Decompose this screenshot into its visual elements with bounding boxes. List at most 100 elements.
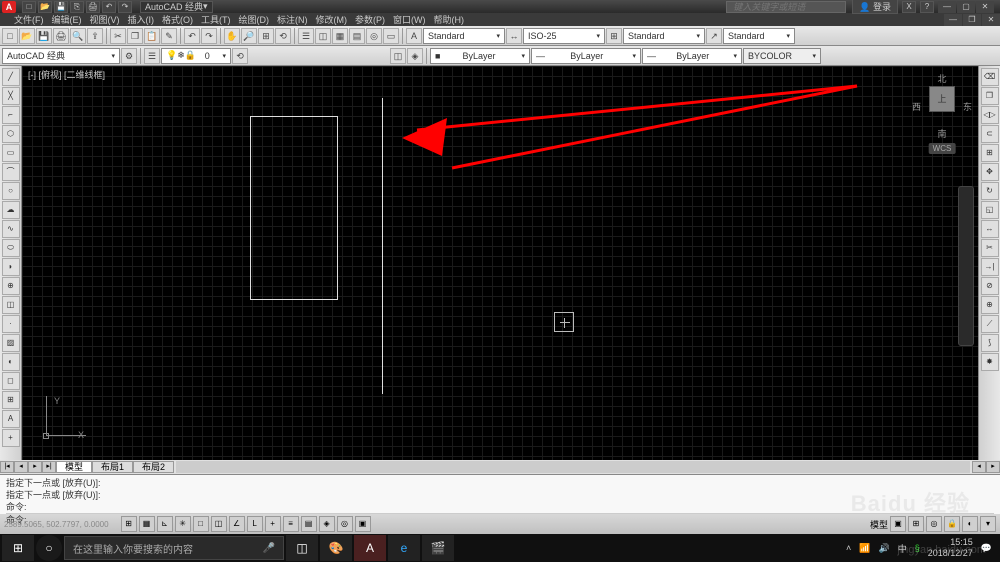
markup-icon[interactable]: ◎: [366, 28, 382, 44]
line-icon[interactable]: ╱: [2, 68, 20, 86]
grid-icon[interactable]: ▦: [139, 516, 155, 532]
clock[interactable]: 15:15 2018/12/27: [928, 537, 973, 559]
plotstyle-combo[interactable]: BYCOLOR: [743, 48, 821, 64]
dimstyle-icon[interactable]: ↔: [506, 28, 522, 44]
revcloud-icon[interactable]: ☁: [2, 201, 20, 219]
taskbar-search-input[interactable]: 在这里输入你要搜索的内容 🎤: [64, 536, 284, 560]
offset-icon[interactable]: ⊂: [981, 125, 999, 143]
zoom-prev-icon[interactable]: ⟲: [275, 28, 291, 44]
qat-undo-icon[interactable]: ↶: [102, 1, 116, 13]
block-icon[interactable]: ◫: [2, 296, 20, 314]
menu-insert[interactable]: 插入(I): [128, 13, 155, 26]
dyn-icon[interactable]: +: [265, 516, 281, 532]
menu-format[interactable]: 格式(O): [162, 13, 193, 26]
menu-draw[interactable]: 绘图(D): [239, 13, 270, 26]
tab-last-icon[interactable]: ▸|: [42, 461, 56, 473]
sc-icon[interactable]: ◎: [337, 516, 353, 532]
table-icon[interactable]: ⊞: [2, 391, 20, 409]
help-search-input[interactable]: [726, 1, 846, 13]
open-icon[interactable]: 📂: [19, 28, 35, 44]
osnap-icon[interactable]: □: [193, 516, 209, 532]
plot-icon[interactable]: 🖨: [53, 28, 69, 44]
mtext-icon[interactable]: A: [2, 410, 20, 428]
doc-close-button[interactable]: ✕: [982, 14, 1000, 26]
tray-notifications-icon[interactable]: 💬: [981, 543, 992, 554]
sheetset-icon[interactable]: ▤: [349, 28, 365, 44]
designcenter-icon[interactable]: ◫: [315, 28, 331, 44]
am-icon[interactable]: ▣: [355, 516, 371, 532]
arc-icon[interactable]: ⌒: [2, 163, 20, 181]
maximize-button[interactable]: ▢: [957, 1, 975, 13]
tab-layout2[interactable]: 布局2: [133, 461, 174, 473]
scroll-left-icon[interactable]: ◂: [972, 461, 986, 473]
app-edge-icon[interactable]: e: [388, 535, 420, 561]
spline-icon[interactable]: ∿: [2, 220, 20, 238]
tray-app-icon[interactable]: §: [915, 543, 920, 553]
start-button[interactable]: ⊞: [2, 535, 34, 561]
zoom-win-icon[interactable]: ⊞: [258, 28, 274, 44]
mleader-style-combo[interactable]: Standard: [723, 28, 795, 44]
erase-icon[interactable]: ⌫: [981, 68, 999, 86]
linetype-combo[interactable]: — ByLayer: [531, 48, 641, 64]
menu-file[interactable]: 文件(F): [14, 13, 44, 26]
doc-minimize-button[interactable]: —: [944, 14, 962, 26]
tab-first-icon[interactable]: |◂: [0, 461, 14, 473]
cut-icon[interactable]: ✂: [110, 28, 126, 44]
view-cube[interactable]: 北 西 东 上 南 WCS: [912, 72, 972, 154]
quickcalc-icon[interactable]: ▭: [383, 28, 399, 44]
workspace-selector[interactable]: AutoCAD 经典 ▾: [140, 1, 213, 13]
lwt-icon[interactable]: ≡: [283, 516, 299, 532]
layer-manager-icon[interactable]: ☰: [144, 48, 160, 64]
pan-icon[interactable]: ✋: [224, 28, 240, 44]
extend-icon[interactable]: →|: [981, 258, 999, 276]
chamfer-icon[interactable]: ⟋: [981, 315, 999, 333]
status-r6-icon[interactable]: ▾: [980, 516, 996, 532]
trim-icon[interactable]: ✂: [981, 239, 999, 257]
break-icon[interactable]: ⊘: [981, 277, 999, 295]
menu-help[interactable]: 帮助(H): [434, 13, 465, 26]
match-icon[interactable]: ✎: [161, 28, 177, 44]
snap-icon[interactable]: ⊞: [121, 516, 137, 532]
rectangle-icon[interactable]: ▭: [2, 144, 20, 162]
join-icon[interactable]: ⊕: [981, 296, 999, 314]
insert-icon[interactable]: ⊕: [2, 277, 20, 295]
exchange-icon[interactable]: X: [902, 1, 916, 13]
taskview-icon[interactable]: ◫: [286, 535, 318, 561]
login-button[interactable]: 👤 登录: [852, 0, 898, 14]
polygon-icon[interactable]: ⬡: [2, 125, 20, 143]
cortana-icon[interactable]: ○: [36, 535, 62, 561]
dim-style-combo[interactable]: ISO-25: [523, 28, 605, 44]
properties-icon[interactable]: ☰: [298, 28, 314, 44]
pline-icon[interactable]: ⌐: [2, 106, 20, 124]
tablestyle-icon[interactable]: ⊞: [606, 28, 622, 44]
status-r2-icon[interactable]: ⊞: [908, 516, 924, 532]
help-icon[interactable]: ?: [920, 1, 934, 13]
redo-icon[interactable]: ↷: [201, 28, 217, 44]
status-r1-icon[interactable]: ▣: [890, 516, 906, 532]
drawing-canvas[interactable]: [-] [俯视] [二维线框] Y X 北 西 东 上 南 WCS: [22, 66, 978, 460]
gradient-icon[interactable]: ◐: [2, 353, 20, 371]
app-movies-icon[interactable]: 🎬: [422, 535, 454, 561]
command-line[interactable]: 指定下一点或 [放弃(U)]: 指定下一点或 [放弃(U)]: 命令: 命令:: [0, 474, 1000, 514]
point-icon[interactable]: ·: [2, 315, 20, 333]
h-scrollbar[interactable]: [176, 461, 970, 473]
stretch-icon[interactable]: ↔: [981, 220, 999, 238]
publish-icon[interactable]: ⇪: [87, 28, 103, 44]
ducs-icon[interactable]: L: [247, 516, 263, 532]
layer-prev-icon[interactable]: ⟲: [232, 48, 248, 64]
qat-saveas-icon[interactable]: ⎘: [70, 1, 84, 13]
new-icon[interactable]: □: [2, 28, 18, 44]
tray-ime-icon[interactable]: 中: [898, 542, 907, 555]
color-combo[interactable]: ■ ByLayer: [430, 48, 530, 64]
layer-iso-icon[interactable]: ◈: [407, 48, 423, 64]
mleaderstyle-icon[interactable]: ↗: [706, 28, 722, 44]
zoom-rt-icon[interactable]: 🔎: [241, 28, 257, 44]
menu-modify[interactable]: 修改(M): [316, 13, 348, 26]
addselected-icon[interactable]: +: [2, 429, 20, 447]
3dosnap-icon[interactable]: ◫: [211, 516, 227, 532]
fillet-icon[interactable]: ⟆: [981, 334, 999, 352]
tray-network-icon[interactable]: 📶: [859, 543, 870, 554]
tray-volume-icon[interactable]: 🔊: [878, 543, 889, 554]
viewport-label[interactable]: [-] [俯视] [二维线框]: [28, 68, 105, 81]
array-icon[interactable]: ⊞: [981, 144, 999, 162]
